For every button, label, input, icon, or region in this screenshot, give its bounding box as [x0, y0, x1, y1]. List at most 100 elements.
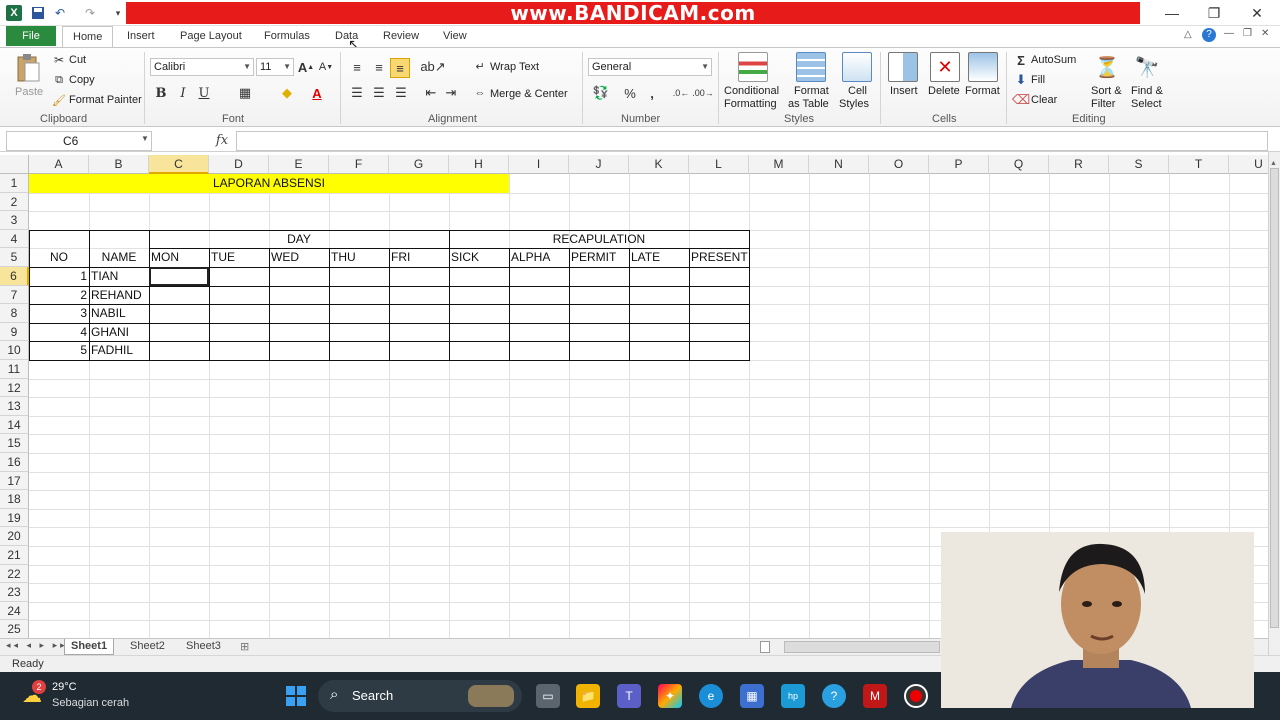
edge-icon[interactable]: e: [699, 684, 723, 708]
customize-qat-icon[interactable]: ▾: [110, 5, 126, 21]
align-left-icon[interactable]: ☰: [348, 84, 366, 102]
get-help-icon[interactable]: ?: [822, 684, 846, 708]
sheet-tab-sheet2[interactable]: Sheet2: [124, 639, 171, 655]
file-explorer-icon[interactable]: 📁: [576, 684, 600, 708]
task-view-icon[interactable]: ▭: [536, 684, 560, 708]
column-header-e[interactable]: E: [269, 155, 329, 174]
fill-color-icon[interactable]: ◆: [278, 84, 296, 102]
column-header-h[interactable]: H: [449, 155, 509, 174]
wrap-text-button[interactable]: Wrap Text: [490, 61, 539, 73]
minimize-button[interactable]: —: [1152, 2, 1192, 24]
increase-decimal-icon[interactable]: .0←: [672, 84, 690, 102]
row-header-6[interactable]: 6: [0, 267, 29, 286]
row-header-13[interactable]: 13: [0, 397, 29, 416]
format-as-table-button[interactable]: Format: [794, 85, 829, 97]
row-header-16[interactable]: 16: [0, 453, 29, 472]
store-icon[interactable]: ▦: [740, 684, 764, 708]
teams-icon[interactable]: T: [617, 684, 641, 708]
font-color-icon[interactable]: A: [308, 84, 326, 102]
tab-insert[interactable]: Insert: [117, 26, 165, 48]
column-header-t[interactable]: T: [1169, 155, 1229, 174]
row-header-9[interactable]: 9: [0, 322, 29, 342]
select-all-corner[interactable]: [0, 155, 29, 174]
row-header-3[interactable]: 3: [0, 211, 29, 230]
bandicam-record-icon[interactable]: [904, 684, 928, 708]
align-bottom-icon[interactable]: ≡: [390, 58, 410, 78]
copy-button[interactable]: Copy: [69, 74, 95, 86]
selected-cell[interactable]: [149, 267, 209, 286]
tab-file[interactable]: File: [6, 26, 56, 46]
row-header-15[interactable]: 15: [0, 434, 29, 453]
column-header-a[interactable]: A: [29, 155, 89, 174]
column-header-d[interactable]: D: [209, 155, 269, 174]
sheet-tab-sheet1[interactable]: Sheet1: [64, 639, 115, 655]
column-header-r[interactable]: R: [1049, 155, 1109, 174]
conditional-formatting-button[interactable]: Conditional: [724, 85, 779, 97]
minimize-ribbon-icon[interactable]: △: [1184, 29, 1192, 40]
close-button[interactable]: ✕: [1237, 2, 1277, 24]
column-header-i[interactable]: I: [509, 155, 569, 174]
row-header-4[interactable]: 4: [0, 229, 29, 249]
workbook-restore-icon[interactable]: ❐: [1243, 28, 1252, 39]
format-painter-button[interactable]: Format Painter: [69, 94, 142, 106]
row-header-12[interactable]: 12: [0, 378, 29, 398]
clear-button[interactable]: Clear: [1031, 94, 1057, 106]
row-header-23[interactable]: 23: [0, 583, 29, 602]
weather-temp[interactable]: 29°C: [52, 681, 77, 693]
tab-home[interactable]: Home: [62, 26, 114, 48]
scroll-up-icon[interactable]: ▲: [1270, 160, 1279, 168]
formula-input[interactable]: [236, 131, 1268, 151]
sheet-tab-sheet3[interactable]: Sheet3: [180, 639, 227, 655]
underline-button[interactable]: U: [195, 84, 213, 102]
column-header-l[interactable]: L: [689, 155, 749, 174]
decrease-decimal-icon[interactable]: .00→: [692, 84, 714, 102]
paste-icon[interactable]: [14, 52, 42, 84]
percent-button[interactable]: %: [622, 84, 638, 102]
find-select-button[interactable]: Find &: [1131, 85, 1163, 97]
row-header-10[interactable]: 10: [0, 341, 29, 360]
row-header-1[interactable]: 1: [0, 174, 29, 193]
increase-font-icon[interactable]: A ▲: [298, 58, 314, 76]
align-middle-icon[interactable]: ≡: [370, 58, 388, 76]
comma-button[interactable]: ,: [644, 84, 660, 102]
column-header-g[interactable]: G: [389, 155, 449, 174]
scroll-thumb[interactable]: [1270, 168, 1279, 628]
workbook-close-icon[interactable]: ✕: [1261, 28, 1269, 39]
row-header-17[interactable]: 17: [0, 471, 29, 491]
name-box[interactable]: C6: [6, 131, 152, 151]
autosum-button[interactable]: AutoSum: [1031, 54, 1076, 66]
tab-formulas[interactable]: Formulas: [254, 26, 320, 48]
restore-button[interactable]: ❐: [1194, 2, 1234, 24]
column-header-s[interactable]: S: [1109, 155, 1169, 174]
delete-cells-button[interactable]: Delete: [928, 85, 960, 97]
decrease-indent-icon[interactable]: ⇤: [422, 84, 440, 102]
cell-styles-button[interactable]: Cell: [848, 85, 867, 97]
tab-review[interactable]: Review: [373, 26, 429, 48]
windows-start-icon[interactable]: [284, 684, 308, 708]
hscroll-split-icon[interactable]: [760, 641, 770, 653]
font-size-select[interactable]: 11 ▼: [256, 58, 294, 76]
column-header-j[interactable]: J: [569, 155, 629, 174]
borders-icon[interactable]: ▦: [236, 84, 254, 102]
taskbar-search[interactable]: ⌕ Search: [318, 680, 522, 712]
increase-indent-icon[interactable]: ⇥: [442, 84, 460, 102]
tab-view[interactable]: View: [433, 26, 477, 48]
row-header-25[interactable]: 25: [0, 620, 29, 638]
row-header-5[interactable]: 5: [0, 248, 29, 267]
row-header-2[interactable]: 2: [0, 192, 29, 212]
cut-button[interactable]: Cut: [69, 54, 86, 66]
currency-icon[interactable]: 💱: [590, 84, 612, 102]
weather-desc[interactable]: Sebagian cerah: [52, 697, 129, 709]
italic-button[interactable]: I: [174, 84, 192, 102]
format-cells-button[interactable]: Format: [965, 85, 1000, 97]
fill-button[interactable]: Fill: [1031, 74, 1045, 86]
font-name-select[interactable]: Calibri ▼: [150, 58, 254, 76]
help-icon[interactable]: ?: [1202, 28, 1216, 42]
redo-icon[interactable]: ↷: [82, 5, 98, 21]
sheet-nav-icon[interactable]: ◂◂ ◂ ▸ ▸▸: [6, 640, 68, 651]
column-header-n[interactable]: N: [809, 155, 869, 174]
align-center-icon[interactable]: ☰: [370, 84, 388, 102]
new-sheet-icon[interactable]: ⊞: [240, 640, 249, 653]
sort-filter-button[interactable]: Sort &: [1091, 85, 1122, 97]
align-top-icon[interactable]: ≡: [348, 58, 366, 76]
